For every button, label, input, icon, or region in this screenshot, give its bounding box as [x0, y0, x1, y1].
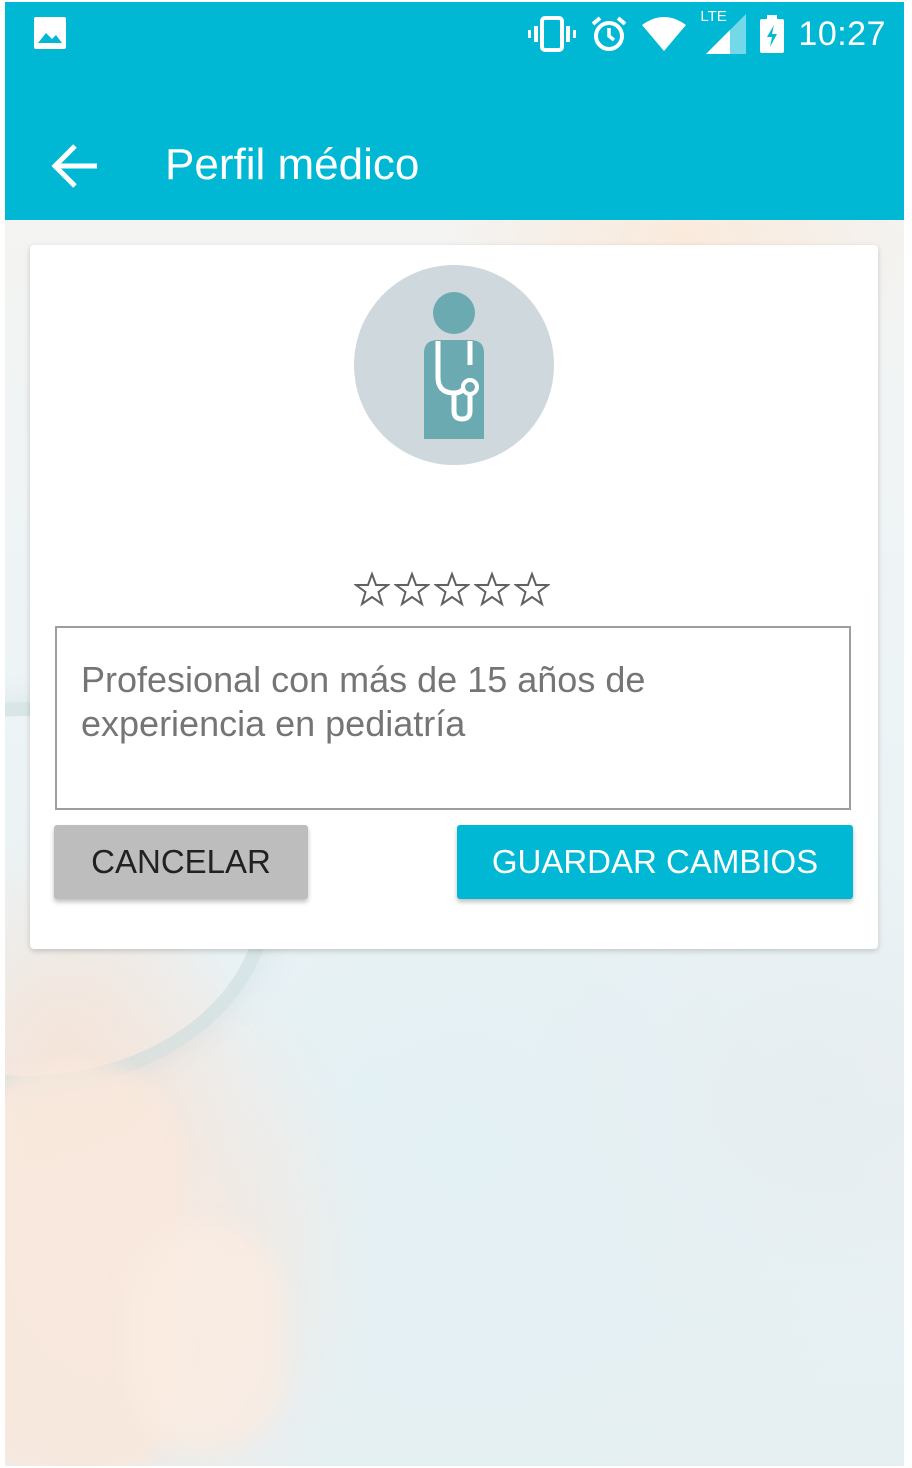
wifi-icon: [642, 17, 687, 51]
cancel-button[interactable]: CANCELAR: [54, 825, 308, 899]
description-text: Profesional con más de 15 años de experi…: [81, 659, 646, 744]
doctor-stethoscope-icon: [354, 265, 554, 465]
cell-signal-icon: LTE: [700, 8, 747, 54]
status-time: 10:27: [798, 14, 886, 53]
rating-stars[interactable]: [352, 571, 552, 611]
status-bar: LTE 10:27: [5, 2, 904, 66]
star-1-icon[interactable]: [354, 571, 390, 607]
status-icons: LTE 10:27: [528, 8, 886, 56]
toolbar: Perfil médico: [5, 102, 904, 220]
save-changes-button[interactable]: GUARDAR CAMBIOS: [457, 825, 853, 899]
gallery-notification-icon: [34, 17, 66, 49]
star-4-icon[interactable]: [474, 571, 510, 607]
star-2-icon[interactable]: [394, 571, 430, 607]
network-type-label: LTE: [700, 8, 727, 25]
vibrate-icon: [528, 16, 577, 52]
arrow-back-icon: [51, 144, 97, 188]
screen: LTE 10:27 Perfil médico Profesional con …: [5, 2, 904, 1466]
back-button[interactable]: [45, 136, 105, 196]
alarm-icon: [590, 15, 628, 53]
background-hand-2: [125, 1222, 285, 1452]
battery-charging-icon: [760, 15, 785, 53]
star-3-icon[interactable]: [434, 571, 470, 607]
description-field[interactable]: Profesional con más de 15 años de experi…: [55, 626, 851, 810]
star-5-icon[interactable]: [514, 571, 550, 607]
app-bar: LTE 10:27 Perfil médico: [5, 2, 904, 220]
profile-card: Profesional con más de 15 años de experi…: [30, 245, 878, 949]
page-title: Perfil médico: [165, 140, 420, 189]
